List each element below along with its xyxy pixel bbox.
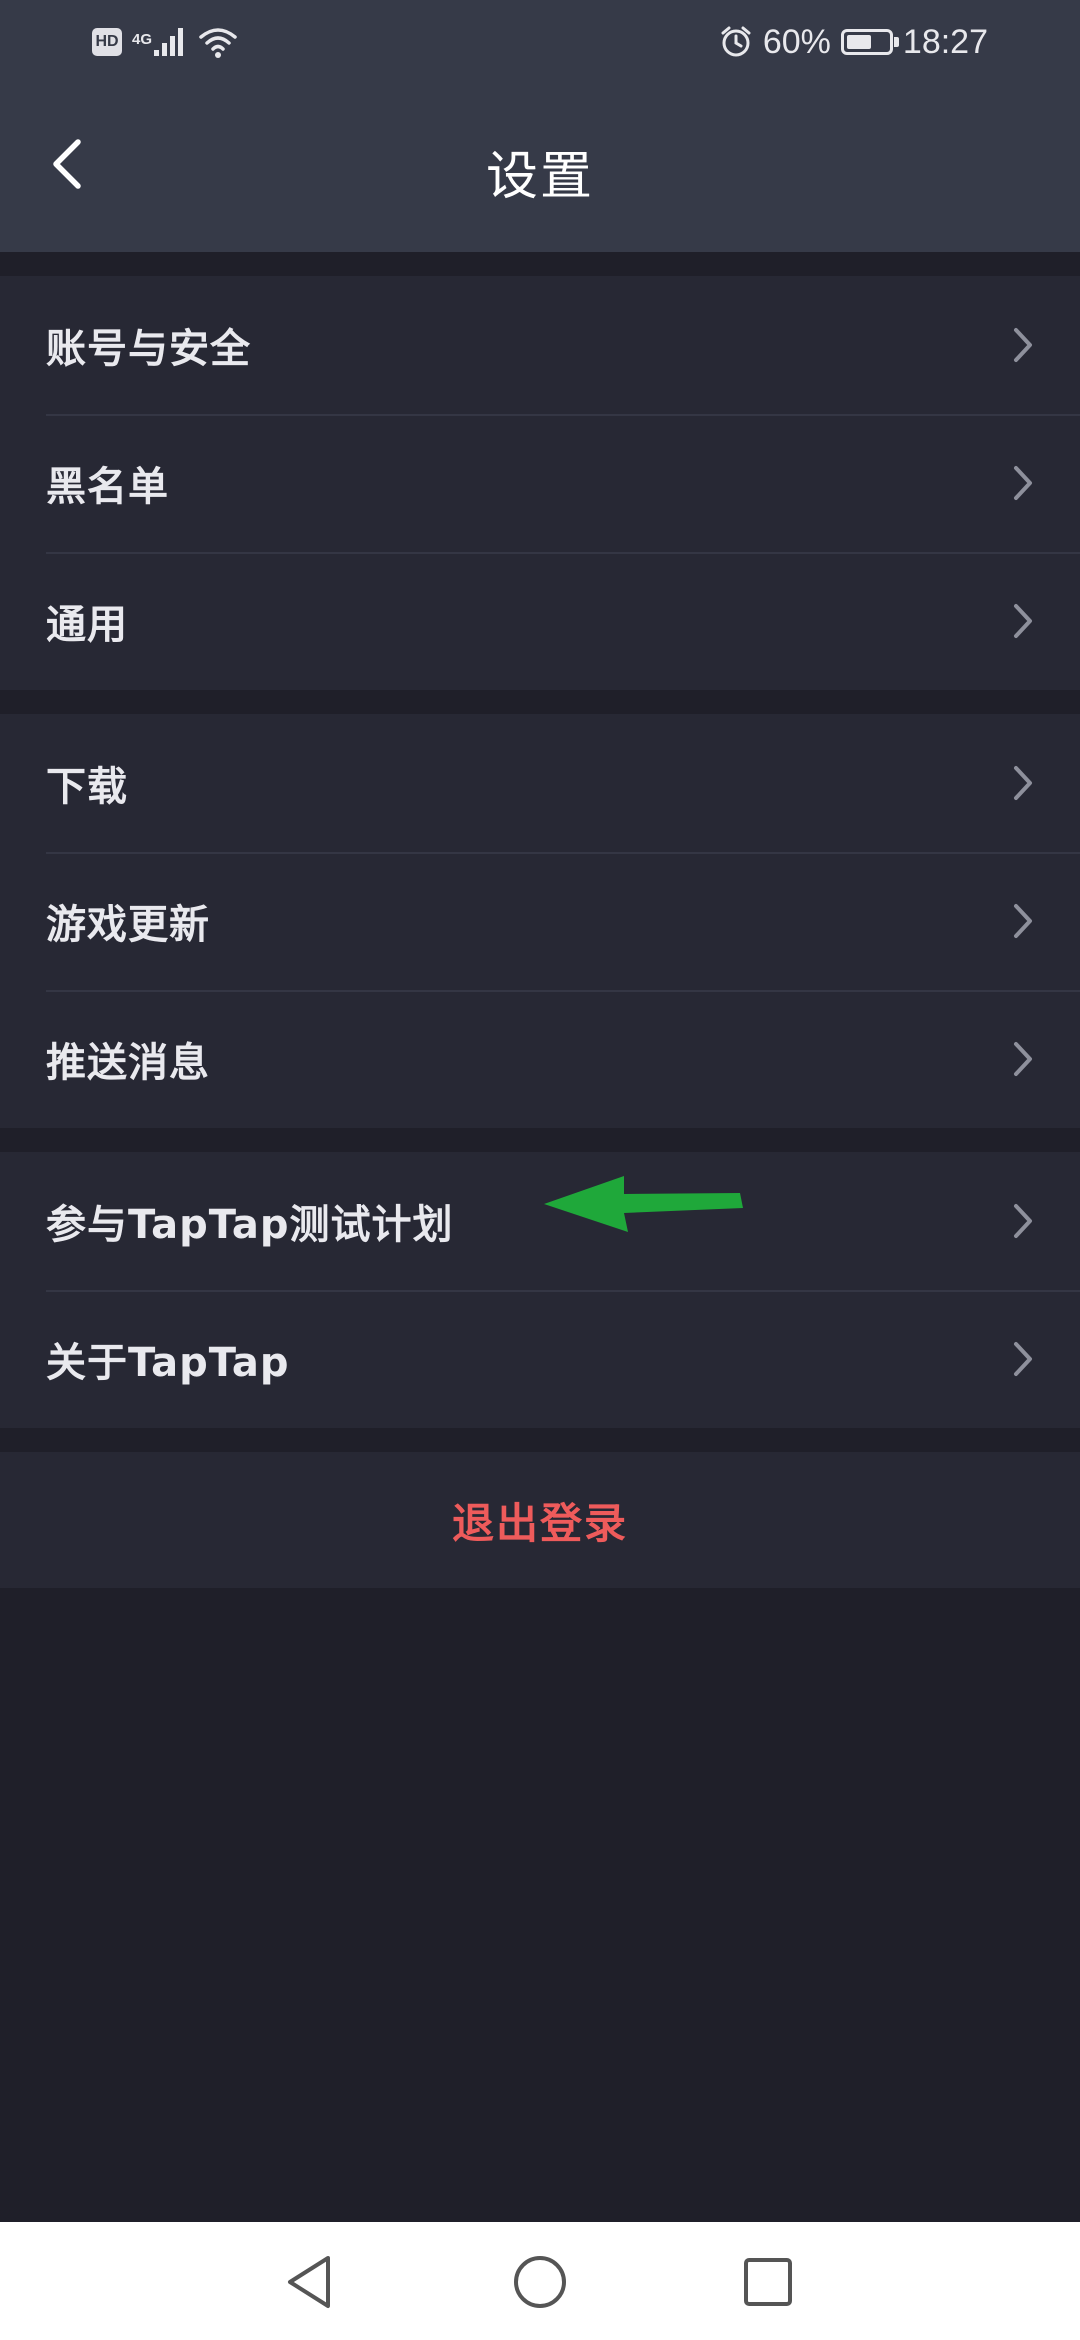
battery-percent: 60% (762, 22, 831, 61)
top-area: HD 4G 60% 18:27 设置 (0, 0, 1080, 252)
settings-group-download: 下载 游戏更新 推送消息 (0, 714, 1080, 1128)
settings-list: 账号与安全 黑名单 通用 下载 游戏更新 推送消息 参与TapTap测试计划 关… (0, 276, 1080, 1588)
status-right: 60% 18:27 (719, 20, 988, 64)
chevron-right-icon (1014, 766, 1032, 800)
hd-icon: HD (92, 28, 122, 56)
chevron-right-icon (1014, 604, 1032, 638)
chevron-right-icon (1014, 904, 1032, 938)
square-recents-icon (744, 2258, 792, 2306)
settings-item-label: 通用 (46, 602, 128, 648)
wifi-icon (199, 28, 237, 58)
settings-item-general[interactable]: 通用 (0, 552, 1080, 690)
circle-home-icon (514, 2256, 566, 2308)
battery-icon (840, 29, 899, 55)
chevron-right-icon (1014, 1342, 1032, 1376)
system-nav-bar (0, 2222, 1080, 2340)
settings-item-label: 游戏更新 (46, 902, 210, 948)
logout-label: 退出登录 (451, 1498, 628, 1548)
network-type-label: 4G (132, 31, 153, 48)
settings-screen: HD 4G 60% 18:27 设置 账号与安全 黑名单 通用 下载 游戏更新 … (0, 0, 1080, 2340)
settings-item-label: 关于TapTap (46, 1340, 290, 1386)
settings-item-about[interactable]: 关于TapTap (0, 1290, 1080, 1428)
arrow-left-icon (544, 1176, 743, 1232)
alarm-icon (721, 26, 751, 57)
cellular-group: 4G (132, 26, 188, 58)
signal-icon (154, 28, 184, 56)
battery-level-fill (846, 35, 871, 49)
clock: 18:27 (902, 22, 988, 61)
nav-recents-button[interactable] (728, 2242, 808, 2322)
settings-group-account: 账号与安全 黑名单 通用 (0, 276, 1080, 690)
status-bar: HD 4G 60% 18:27 (0, 0, 1080, 84)
chevron-right-icon (1014, 466, 1032, 500)
settings-item-label: 参与TapTap测试计划 (46, 1202, 454, 1248)
settings-item-label: 下载 (46, 764, 128, 810)
nav-home-button[interactable] (500, 2242, 580, 2322)
page-title: 设置 (485, 147, 594, 207)
settings-item-push-notifications[interactable]: 推送消息 (0, 990, 1080, 1128)
chevron-right-icon (1014, 1204, 1032, 1238)
settings-item-game-updates[interactable]: 游戏更新 (0, 852, 1080, 990)
nav-back-button[interactable] (268, 2242, 348, 2322)
app-header: 设置 (0, 84, 1080, 252)
settings-item-label: 推送消息 (46, 1040, 210, 1086)
settings-item-label: 账号与安全 (46, 326, 251, 372)
logout-button[interactable]: 退出登录 (0, 1452, 1080, 1588)
chevron-right-icon (1014, 1042, 1032, 1076)
settings-item-label: 黑名单 (46, 464, 169, 510)
status-left: HD 4G (92, 22, 238, 62)
chevron-right-icon (1014, 328, 1032, 362)
settings-item-blacklist[interactable]: 黑名单 (0, 414, 1080, 552)
settings-item-account-security[interactable]: 账号与安全 (0, 276, 1080, 414)
settings-item-download[interactable]: 下载 (0, 714, 1080, 852)
triangle-back-icon (288, 2256, 330, 2308)
